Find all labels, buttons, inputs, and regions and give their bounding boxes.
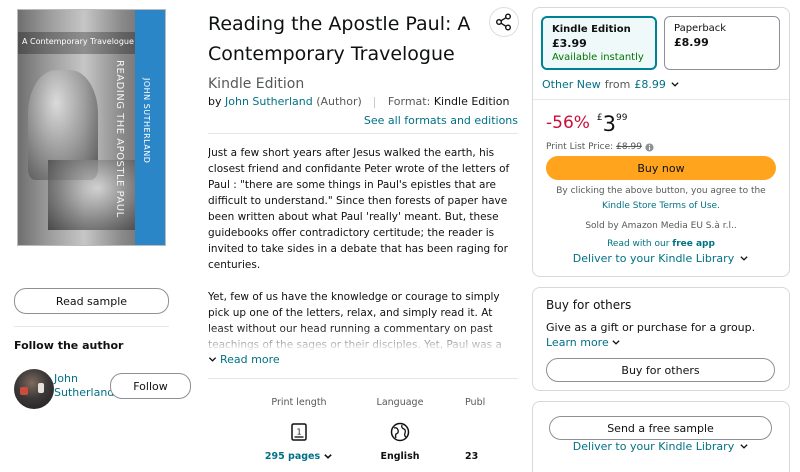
buy-for-others-box: Buy for others Give as a gift or purchas…	[532, 287, 790, 391]
kindle-terms-link[interactable]: Kindle Store Terms of Use.	[602, 201, 720, 211]
detail-value: 295 pages	[264, 451, 321, 462]
read-more-label: Read more	[220, 353, 280, 366]
format-option-paperback[interactable]: Paperback £8.99	[664, 16, 780, 70]
terms-agreement: By clicking the above button, you agree …	[546, 184, 776, 214]
description-fade	[208, 326, 518, 352]
product-description: Just a few short years after Jesus walke…	[208, 145, 518, 352]
price: £ 3 99	[597, 112, 628, 136]
book-pages-icon: 1	[291, 423, 307, 441]
buy-for-others-description: Give as a gift or purchase for a group.	[546, 321, 756, 334]
detail-language: Language English	[365, 397, 435, 462]
discount-percent: -56%	[546, 113, 590, 133]
share-button[interactable]	[489, 7, 519, 37]
byline: by John Sutherland (Author) Format: Kind…	[208, 95, 509, 108]
deliver-label: Deliver to your Kindle Library	[572, 440, 735, 453]
format-name: Paperback	[674, 23, 727, 34]
buy-now-button[interactable]: Buy now	[546, 156, 776, 180]
avatar-detail	[20, 387, 28, 395]
author-avatar[interactable]	[14, 369, 54, 409]
cover-author: JOHN SUTHERLAND	[142, 78, 151, 164]
product-format-suffix: Kindle Edition	[208, 76, 305, 92]
chevron-down-icon	[740, 444, 748, 449]
divider	[208, 378, 518, 379]
cover-artwork-scroll	[48, 160, 148, 230]
other-new-offers[interactable]: Other New from £8.99	[542, 78, 680, 91]
detail-label: Publ	[465, 397, 486, 408]
deliver-to-kindle-dropdown[interactable]: Deliver to your Kindle Library	[546, 252, 776, 265]
price-row: -56% £ 3 99	[546, 112, 627, 136]
read-sample-button[interactable]: Read sample	[14, 288, 169, 314]
chevron-down-icon	[612, 340, 620, 345]
sample-deliver-dropdown[interactable]: Deliver to your Kindle Library	[546, 440, 776, 453]
send-free-sample-button[interactable]: Send a free sample	[549, 416, 772, 440]
avatar-detail	[38, 383, 44, 393]
divider	[533, 99, 789, 100]
info-icon[interactable]	[645, 142, 654, 152]
follow-button[interactable]: Follow	[110, 373, 191, 399]
author-name-link[interactable]: John Sutherland	[54, 372, 114, 400]
format-price: £3.99	[552, 37, 587, 50]
price-whole: 3	[602, 112, 617, 136]
learn-more-label: Learn more	[546, 336, 609, 349]
cover-subtitle: A Contemporary Travelogue	[22, 37, 134, 46]
other-new-from: from	[604, 78, 631, 91]
list-price-row: Print List Price: £8.99	[546, 142, 654, 152]
format-label: Format:	[387, 95, 431, 108]
detail-print-length: Print length 1 295 pages	[262, 397, 336, 462]
globe-icon	[390, 422, 410, 442]
divider	[208, 133, 518, 134]
format-name: Kindle Edition	[552, 24, 631, 35]
read-more-link[interactable]: Read more	[208, 353, 280, 366]
sold-by: Sold by Amazon Media EU S.à r.l..	[585, 221, 737, 231]
product-title-block: Reading the Apostle Paul: A Contemporary…	[208, 9, 488, 99]
detail-value: 23	[465, 451, 479, 462]
list-price-label: Print List Price:	[546, 142, 614, 152]
see-all-formats-link[interactable]: See all formats and editions	[364, 114, 518, 127]
format-value: Kindle Edition	[433, 95, 510, 108]
byline-prefix: by	[208, 95, 222, 108]
detail-publication-date: Publ 23	[460, 397, 496, 462]
chevron-down-icon	[208, 357, 217, 362]
description-paragraph: Just a few short years after Jesus walke…	[208, 147, 510, 271]
learn-more-link[interactable]: Learn more	[546, 336, 621, 349]
chevron-down-icon	[740, 256, 748, 261]
read-with-free-app[interactable]: Read with our free app	[546, 239, 776, 249]
send-sample-box: Send a free sample Deliver to your Kindl…	[532, 401, 790, 472]
read-with-text: Read with our	[607, 239, 670, 249]
format-price: £8.99	[674, 36, 709, 49]
free-app-link[interactable]: free app	[672, 239, 715, 249]
list-price-value: £8.99	[616, 142, 642, 152]
buy-for-others-button[interactable]: Buy for others	[546, 358, 775, 382]
byline-separator	[374, 96, 376, 108]
book-cover-image[interactable]: A Contemporary Travelogue READING THE AP…	[17, 9, 166, 246]
chevron-down-icon	[671, 82, 679, 87]
deliver-label: Deliver to your Kindle Library	[572, 252, 735, 265]
author-role: (Author)	[316, 95, 362, 108]
buy-box: Kindle Edition £3.99 Available instantly…	[532, 7, 790, 277]
other-new-price: £8.99	[634, 78, 666, 91]
detail-label: Language	[376, 397, 424, 408]
divider	[14, 326, 169, 327]
price-fraction: 99	[616, 113, 628, 123]
print-length-link[interactable]: 295 pages	[265, 451, 333, 462]
other-new-link[interactable]: Other New	[542, 78, 601, 91]
svg-text:1: 1	[296, 428, 301, 437]
cover-title: READING THE APOSTLE PAUL	[114, 60, 125, 218]
byline-author-link[interactable]: John Sutherland	[225, 95, 313, 108]
follow-author-heading: Follow the author	[14, 339, 124, 352]
share-icon	[496, 13, 511, 31]
agree-text: By clicking the above button, you agree …	[556, 186, 766, 196]
product-title: Reading the Apostle Paul: A Contemporary…	[208, 13, 471, 65]
detail-value: English	[380, 451, 420, 462]
format-option-kindle[interactable]: Kindle Edition £3.99 Available instantly	[541, 16, 657, 70]
chevron-down-icon	[324, 454, 332, 459]
buy-for-others-title: Buy for others	[546, 298, 632, 312]
format-availability: Available instantly	[552, 52, 644, 63]
detail-label: Print length	[271, 397, 327, 408]
